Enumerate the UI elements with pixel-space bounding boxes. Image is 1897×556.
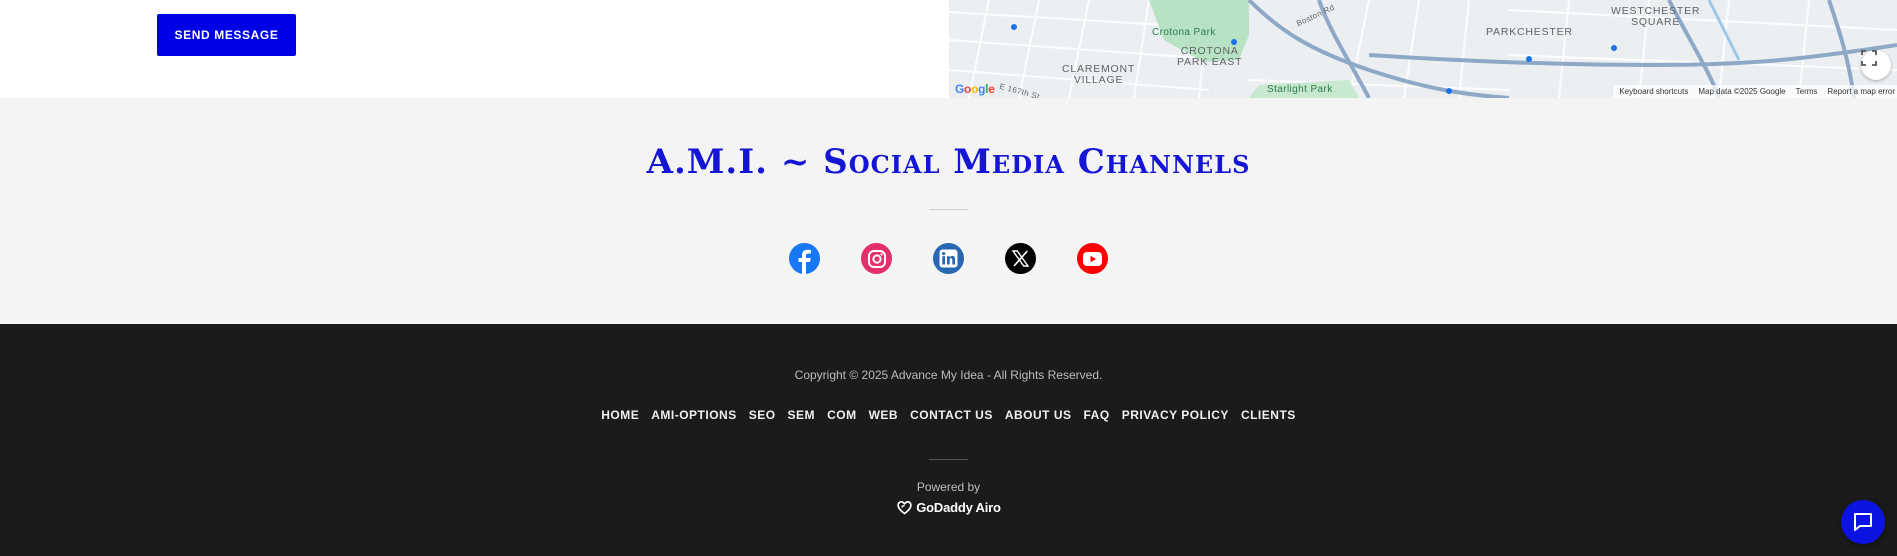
footer-nav: HOME AMI-OPTIONS SEO SEM COM WEB CONTACT…: [0, 408, 1897, 422]
map-data-text: Map data ©2025 Google: [1698, 87, 1786, 96]
social-title: A.M.I. ~ Social Media Channels: [646, 142, 1251, 182]
chat-button[interactable]: [1841, 500, 1885, 544]
map-footer: Keyboard shortcuts Map data ©2025 Google…: [1613, 85, 1897, 98]
instagram-icon[interactable]: [861, 243, 892, 274]
google-logo: Google: [955, 82, 995, 96]
footer-nav-privacy-policy[interactable]: PRIVACY POLICY: [1122, 408, 1229, 422]
map-label-westchester-square: WESTCHESTER SQUARE: [1611, 5, 1701, 28]
footer-nav-seo[interactable]: SEO: [749, 408, 776, 422]
terms-link[interactable]: Terms: [1796, 87, 1818, 96]
social-icons: [789, 243, 1108, 274]
footer-divider: [929, 459, 968, 460]
map-label-claremont-village: CLAREMONT VILLAGE: [1062, 63, 1136, 86]
social-divider: [929, 209, 968, 210]
facebook-icon[interactable]: [789, 243, 820, 274]
send-message-button[interactable]: SEND MESSAGE: [157, 14, 296, 56]
linkedin-icon[interactable]: [933, 243, 964, 274]
footer-nav-com[interactable]: COM: [827, 408, 857, 422]
godaddy-airo-link[interactable]: GoDaddy Airo: [0, 500, 1897, 515]
map-label-crotona-park-east: CROTONA PARK EAST: [1177, 45, 1243, 68]
copyright-text: Copyright © 2025 Advance My Idea - All R…: [794, 368, 1103, 382]
footer-nav-sem[interactable]: SEM: [788, 408, 816, 422]
brand-label: GoDaddy Airo: [916, 500, 1001, 515]
contact-section: SEND MESSAGE Crotona Park CROTONA PARK E…: [0, 0, 1897, 98]
map-label-starlight-park: Starlight Park: [1267, 84, 1333, 95]
x-icon[interactable]: [1005, 243, 1036, 274]
map-embed[interactable]: Crotona Park CROTONA PARK EAST CLAREMONT…: [949, 0, 1897, 98]
map-label-parkchester: PARKCHESTER: [1486, 26, 1573, 38]
footer-nav-home[interactable]: HOME: [601, 408, 639, 422]
footer-nav-contact-us[interactable]: CONTACT US: [910, 408, 993, 422]
map-label-crotona-park: Crotona Park: [1152, 27, 1216, 38]
footer-nav-web[interactable]: WEB: [869, 408, 899, 422]
footer-nav-faq[interactable]: FAQ: [1084, 408, 1110, 422]
report-map-error-link[interactable]: Report a map error: [1827, 87, 1895, 96]
fullscreen-icon: [1861, 50, 1877, 66]
footer: Copyright © 2025 Advance My Idea - All R…: [0, 324, 1897, 556]
godaddy-logo-icon: [897, 500, 912, 515]
keyboard-shortcuts-link[interactable]: Keyboard shortcuts: [1619, 87, 1688, 96]
social-section: A.M.I. ~ Social Media Channels: [0, 98, 1897, 324]
youtube-icon[interactable]: [1077, 243, 1108, 274]
footer-nav-about-us[interactable]: ABOUT US: [1005, 408, 1072, 422]
chat-icon: [1854, 513, 1872, 531]
map-fullscreen-button[interactable]: [1861, 50, 1891, 80]
footer-nav-clients[interactable]: CLIENTS: [1241, 408, 1296, 422]
footer-nav-ami-options[interactable]: AMI-OPTIONS: [651, 408, 737, 422]
powered-by-text: Powered by: [916, 480, 981, 494]
